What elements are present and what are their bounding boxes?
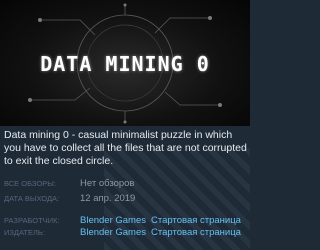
developer-row: РАЗРАБОТЧИК: Blender Games Стартовая стран… (4, 215, 241, 227)
developer-label: РАЗРАБОТЧИК: (4, 216, 60, 225)
developer-link[interactable]: Blender Games (80, 215, 146, 226)
release-date-label: ДАТА ВЫХОДА: (4, 194, 60, 203)
release-date-value: 12 апр. 2019 (80, 193, 136, 204)
publisher-link[interactable]: Blender Games (80, 227, 146, 238)
developer-homepage-link[interactable]: Стартовая страница (151, 215, 241, 226)
publisher-row: ИЗДАТЕЛЬ: Blender Games Стартовая страница (4, 227, 241, 239)
publisher-homepage-link[interactable]: Стартовая страница (151, 227, 241, 238)
reviews-row: ВСЕ ОБЗОРЫ: Нет обзоров (4, 178, 134, 190)
release-date-row: ДАТА ВЫХОДА: 12 апр. 2019 (4, 193, 135, 205)
game-logo: DATA MINING 0 (40, 52, 210, 76)
publisher-label: ИЗДАТЕЛЬ: (4, 228, 45, 237)
game-capsule-image: DATA MINING 0 (0, 0, 250, 126)
reviews-label: ВСЕ ОБЗОРЫ: (4, 179, 56, 188)
reviews-value: Нет обзоров (80, 178, 135, 189)
game-description: Data mining 0 - casual minimalist puzzle… (4, 129, 247, 167)
